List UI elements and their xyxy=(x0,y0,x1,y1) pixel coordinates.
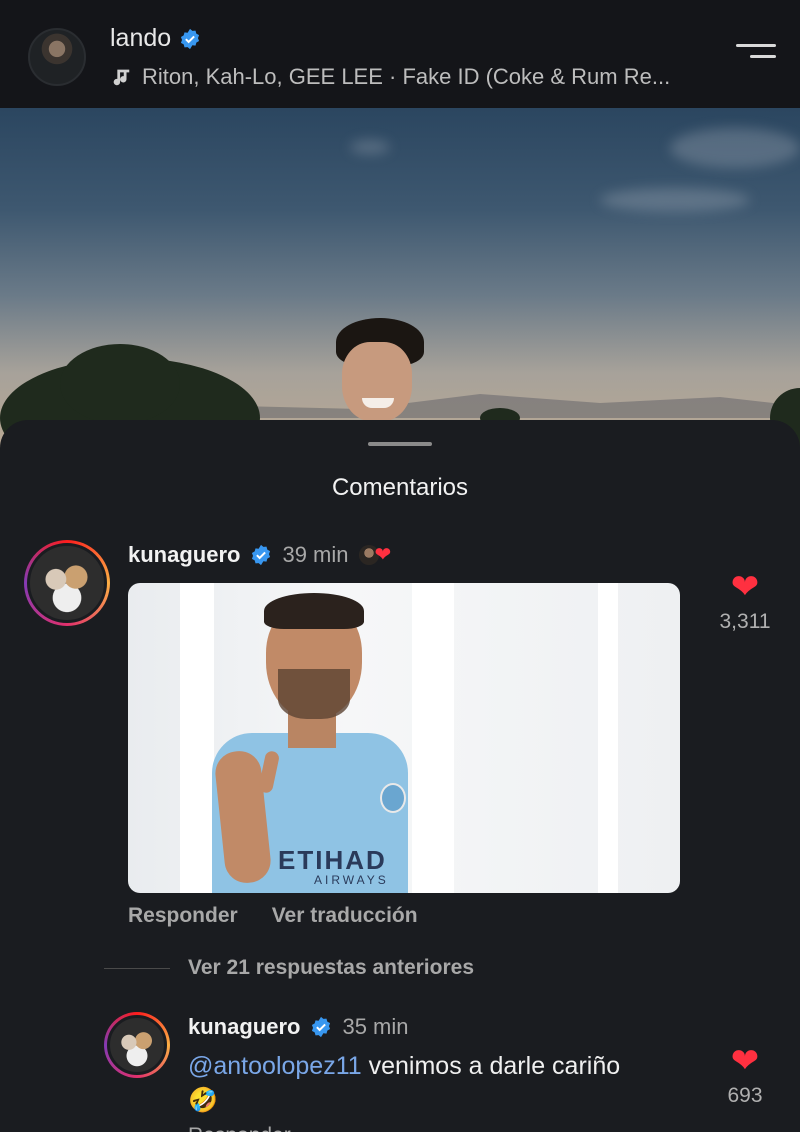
person-in-photo xyxy=(336,318,424,422)
verified-badge-icon xyxy=(312,1016,331,1038)
sheet-title: Comentarios xyxy=(331,474,469,501)
reply-username[interactable]: kunaguero xyxy=(188,1014,300,1040)
liked-by-author-icon: ❤ xyxy=(358,545,391,565)
gif-sponsor-text: ETIHAD xyxy=(278,845,387,875)
author-avatar[interactable] xyxy=(28,28,86,86)
view-previous-replies[interactable]: Ver 21 respuestas anteriores xyxy=(104,956,474,980)
reply-time: 35 min xyxy=(342,1014,409,1039)
reply-like-count: 693 xyxy=(727,1084,763,1107)
reply-body: venimos a darle cariño xyxy=(361,1052,621,1080)
author-username[interactable]: lando xyxy=(110,24,171,53)
music-note-icon xyxy=(113,69,130,86)
comment-gif[interactable]: ETIHAD AIRWAYS xyxy=(128,583,680,893)
comment-like[interactable]: ❤ 3,311 xyxy=(710,570,780,634)
view-previous-replies-label[interactable]: Ver 21 respuestas anteriores xyxy=(188,956,474,980)
sheet-drag-handle[interactable] xyxy=(368,442,432,446)
heart-icon[interactable]: ❤ xyxy=(710,1044,780,1078)
translate-button[interactable]: Ver traducción xyxy=(272,904,418,928)
reply-emoji: 🤣 xyxy=(188,1087,218,1114)
commenter-avatar[interactable] xyxy=(24,540,110,626)
music-row[interactable]: Riton, Kah-Lo, GEE LEE · Fake ID (Coke &… xyxy=(110,64,670,90)
verified-badge-icon xyxy=(181,28,200,49)
comments-sheet: Comentarios kunaguero 39 min ❤ ETIHAD AI… xyxy=(0,420,800,1132)
reply-avatar[interactable] xyxy=(104,1012,170,1078)
replies-divider xyxy=(104,967,170,969)
post-photo[interactable] xyxy=(0,108,800,448)
music-title: Riton, Kah-Lo, GEE LEE · Fake ID (Coke &… xyxy=(142,64,671,89)
reply-reply-button[interactable]: Responder xyxy=(188,1124,291,1132)
comment-username[interactable]: kunaguero xyxy=(128,542,240,568)
verified-badge-icon xyxy=(252,544,271,566)
comment-actions: Responder Ver traducción xyxy=(128,904,418,928)
comment-time: 39 min xyxy=(282,542,349,567)
reply-like[interactable]: ❤ 693 xyxy=(710,1044,780,1108)
reply-header: kunaguero 35 min xyxy=(188,1014,409,1040)
gif-sponsor-subtext: AIRWAYS xyxy=(314,873,389,887)
reply-mention-link[interactable]: @antoolopez11 xyxy=(188,1052,362,1080)
reply-text: @antoolopez11 venimos a darle cariño xyxy=(188,1052,620,1081)
menu-icon[interactable] xyxy=(736,44,776,70)
author-username-row[interactable]: lando xyxy=(110,24,201,53)
comment-header: kunaguero 39 min ❤ xyxy=(128,542,391,568)
reply-button[interactable]: Responder xyxy=(128,904,238,928)
heart-icon[interactable]: ❤ xyxy=(710,570,780,604)
comment-like-count: 3,311 xyxy=(719,610,771,633)
post-header: lando Riton, Kah-Lo, GEE LEE · Fake ID (… xyxy=(0,0,800,108)
